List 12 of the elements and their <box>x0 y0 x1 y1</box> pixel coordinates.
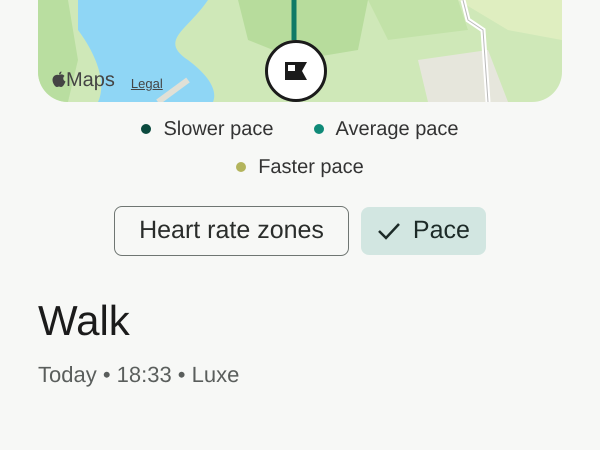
flag-icon <box>284 61 308 81</box>
activity-title: Walk <box>38 300 131 342</box>
check-icon <box>376 221 401 241</box>
legend-label: Faster pace <box>258 155 364 180</box>
activity-subtitle: Today • 18:33 • Luxe <box>38 361 240 389</box>
maps-attribution: Maps <box>66 70 115 90</box>
filter-chip[interactable]: Pace <box>360 207 486 255</box>
legend-label: Average pace <box>336 117 459 142</box>
legal-link[interactable]: Legal <box>130 77 163 90</box>
legend-label: Slower pace <box>163 117 274 142</box>
apple-icon <box>52 71 66 88</box>
filter-chip[interactable]: Heart rate zones <box>114 206 349 256</box>
